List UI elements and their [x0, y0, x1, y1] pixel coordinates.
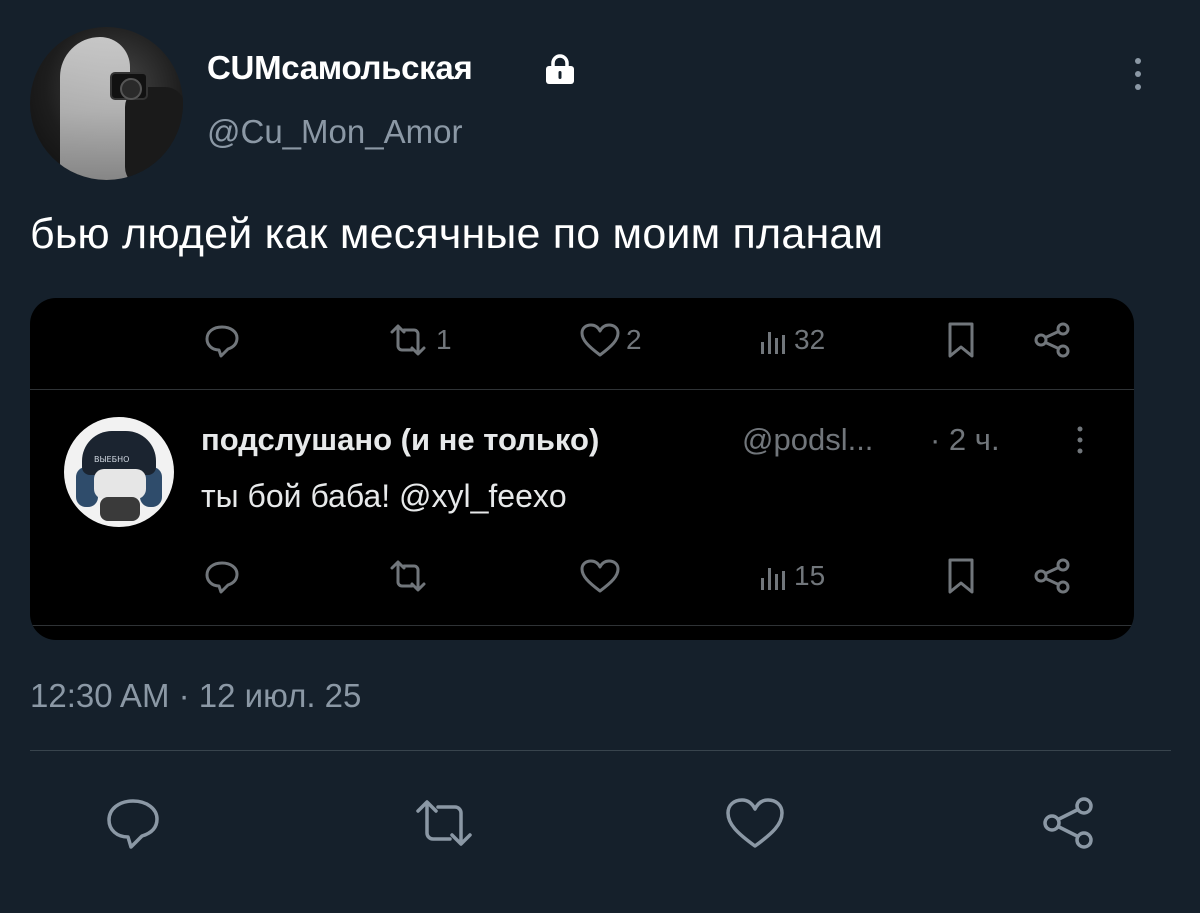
reply-action[interactable] — [202, 556, 242, 596]
reply-icon — [205, 561, 239, 594]
share-action[interactable] — [1030, 320, 1074, 360]
views-icon — [761, 568, 785, 590]
like-count: 2 — [626, 324, 642, 355]
share-icon[interactable] — [1036, 793, 1102, 853]
views-count: 32 — [794, 324, 826, 355]
reply-avatar-hat-text: ВЫЕБНО — [94, 455, 130, 464]
reply-icon[interactable] — [100, 793, 166, 853]
embedded-screenshot[interactable]: 1 2 32 ВЫЕБНО подслушано (и не только) @… — [30, 298, 1134, 640]
views-count: 15 — [794, 560, 826, 591]
reply-author-name[interactable]: подслушано (и не только) — [201, 422, 599, 458]
views-action[interactable]: 32 — [758, 320, 825, 360]
bookmark-action[interactable] — [944, 320, 978, 360]
divider — [30, 750, 1171, 751]
views-icon — [761, 332, 785, 354]
more-icon[interactable] — [1072, 422, 1088, 458]
tweet-text: бью людей как месячные по моим планам — [30, 210, 884, 258]
author-avatar[interactable] — [30, 27, 183, 180]
reply-time[interactable]: · 2 ч. — [930, 422, 1000, 458]
heart-icon — [580, 323, 620, 357]
card-divider — [30, 625, 1134, 626]
tweet-timestamp[interactable]: 12:30 AM · 12 июл. 25 — [30, 677, 361, 715]
reply-avatar[interactable]: ВЫЕБНО — [64, 417, 174, 527]
share-icon — [1034, 558, 1070, 594]
card-divider — [30, 389, 1134, 390]
retweet-count: 1 — [436, 324, 452, 355]
bookmark-action[interactable] — [944, 556, 978, 596]
reply-action[interactable] — [202, 320, 242, 360]
retweet-action[interactable]: 1 — [384, 320, 452, 360]
retweet-icon — [390, 324, 426, 356]
retweet-icon[interactable] — [408, 793, 480, 853]
heart-icon[interactable] — [722, 793, 788, 853]
author-handle[interactable]: @Cu_Mon_Amor — [207, 113, 462, 151]
reply-author-handle[interactable]: @podsl... — [742, 422, 873, 458]
bookmark-icon — [948, 558, 974, 594]
views-action[interactable]: 15 — [758, 556, 825, 596]
retweet-action[interactable] — [384, 556, 432, 596]
heart-icon — [580, 559, 620, 593]
reply-text: ты бой баба! @xyl_feexo — [201, 478, 567, 514]
like-action[interactable]: 2 — [578, 320, 642, 360]
share-icon — [1034, 322, 1070, 358]
share-action[interactable] — [1030, 556, 1074, 596]
bookmark-icon — [948, 322, 974, 358]
lock-icon — [546, 54, 574, 84]
reply-icon — [205, 325, 239, 358]
like-action[interactable] — [578, 556, 622, 596]
retweet-icon — [390, 560, 426, 592]
author-display-name[interactable]: CUMсамольская — [207, 49, 473, 87]
more-icon[interactable] — [1126, 54, 1150, 94]
